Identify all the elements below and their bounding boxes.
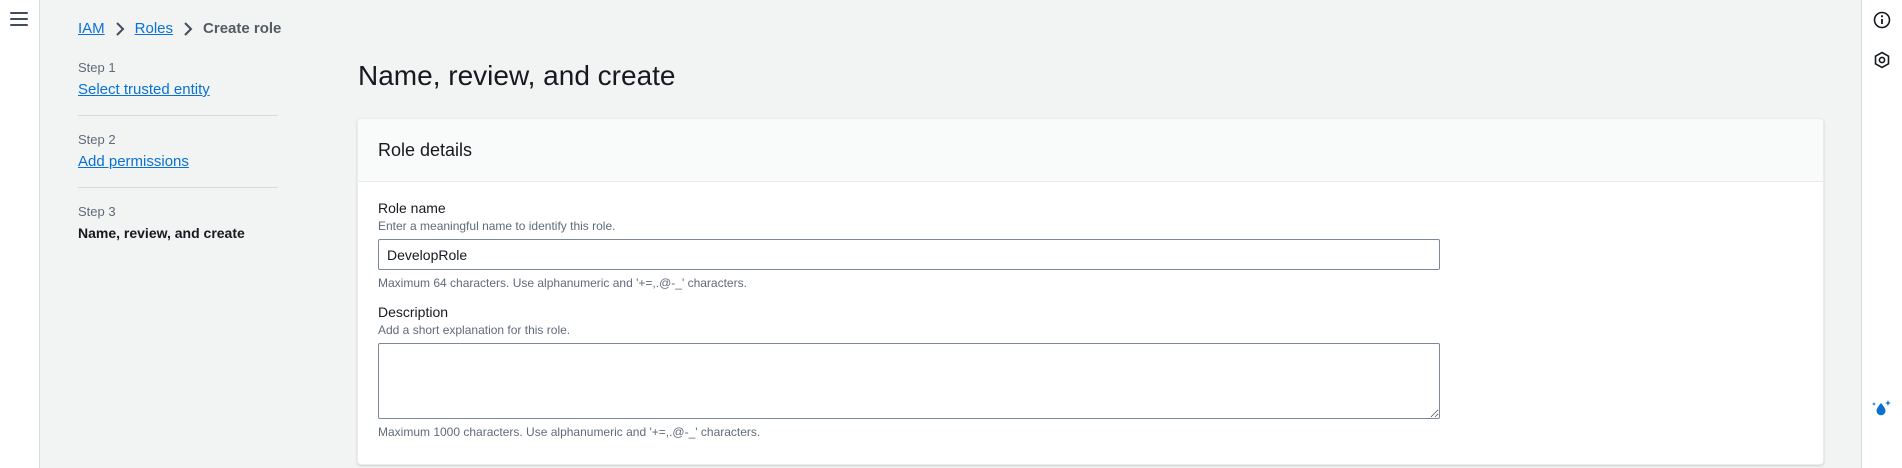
right-utility-rail: [1861, 0, 1902, 468]
description-textarea[interactable]: [378, 343, 1440, 419]
hexagon-settings-icon[interactable]: [1871, 49, 1893, 71]
role-name-description: Enter a meaningful name to identify this…: [378, 219, 616, 233]
role-details-panel: Role details Role name Enter a meaningfu…: [357, 118, 1824, 465]
description-description: Add a short explanation for this role.: [378, 323, 571, 337]
role-name-constraint: Maximum 64 characters. Use alphanumeric …: [378, 276, 747, 290]
panel-heading: Role details: [378, 139, 473, 160]
role-name-input[interactable]: [378, 239, 1440, 270]
wizard-steps: Step 1 Select trusted entity Step 2 Add …: [78, 60, 278, 273]
description-label: Description: [378, 304, 449, 320]
wizard-step-3: Step 3 Name, review, and create: [78, 204, 278, 257]
description-constraint: Maximum 1000 characters. Use alphanumeri…: [378, 425, 761, 439]
page-title: Name, review, and create: [358, 60, 676, 91]
step-number: Step 3: [78, 204, 116, 219]
wizard-step-1: Step 1 Select trusted entity: [78, 60, 278, 116]
breadcrumb-roles[interactable]: Roles: [135, 20, 173, 37]
breadcrumb-iam[interactable]: IAM: [78, 20, 105, 37]
step-number: Step 1: [78, 60, 116, 75]
step-link-add-permissions[interactable]: Add permissions: [78, 153, 189, 170]
step-link-select-trusted-entity[interactable]: Select trusted entity: [78, 81, 210, 98]
chevron-right-icon: [183, 21, 193, 36]
step-current-label: Name, review, and create: [78, 225, 245, 241]
left-nav-rail: [0, 0, 40, 468]
panel-header: Role details: [358, 119, 1823, 182]
breadcrumb-current: Create role: [203, 20, 282, 37]
info-icon[interactable]: [1871, 9, 1893, 31]
wizard-step-2: Step 2 Add permissions: [78, 132, 278, 188]
hamburger-icon[interactable]: [10, 12, 28, 28]
chevron-right-icon: [115, 21, 125, 36]
role-name-label: Role name: [378, 200, 446, 216]
description-field: Description Add a short explanation for …: [378, 304, 1803, 439]
role-name-field: Role name Enter a meaningful name to ide…: [378, 200, 1803, 290]
breadcrumb: IAM Roles Create role: [78, 20, 281, 37]
step-number: Step 2: [78, 132, 116, 147]
sparkle-droplet-icon[interactable]: [1871, 397, 1893, 419]
panel-body: Role name Enter a meaningful name to ide…: [358, 182, 1823, 439]
